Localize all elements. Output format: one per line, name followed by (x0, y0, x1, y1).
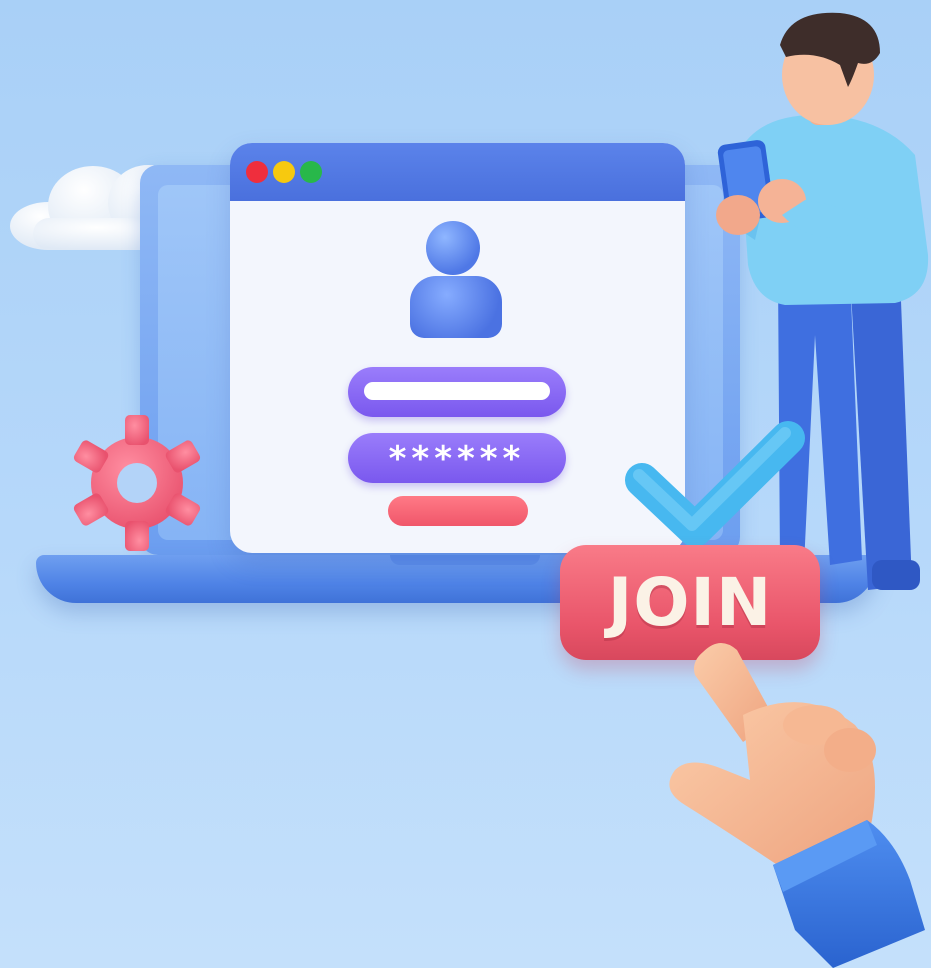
laptop-notch (390, 555, 540, 565)
username-field[interactable] (348, 367, 566, 417)
password-mask: ****** (388, 439, 526, 479)
checkmark-icon (625, 421, 805, 547)
password-field[interactable]: ****** (348, 433, 566, 483)
username-input-bar (364, 382, 550, 400)
close-dot-icon[interactable] (246, 161, 268, 183)
minimize-dot-icon[interactable] (273, 161, 295, 183)
login-window: ****** (230, 143, 685, 553)
maximize-dot-icon[interactable] (300, 161, 322, 183)
window-title-bar (230, 143, 685, 201)
gear-icon (73, 415, 201, 551)
pointing-hand-icon (669, 642, 925, 968)
user-avatar-icon (426, 221, 480, 275)
user-avatar-body (410, 276, 502, 338)
login-submit-button[interactable] (388, 496, 528, 526)
